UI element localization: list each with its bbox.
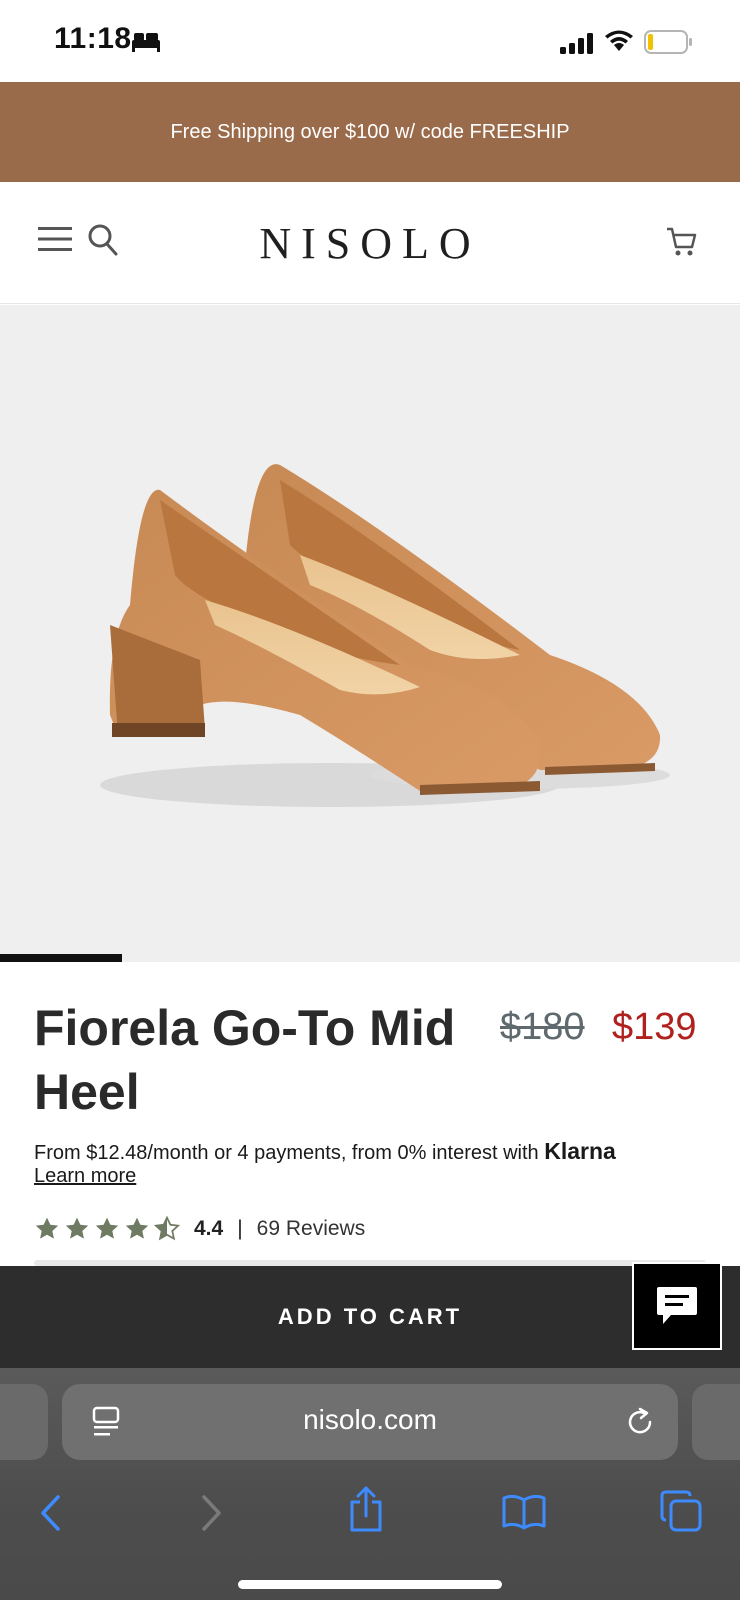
wifi-icon	[605, 30, 633, 51]
carousel-progress	[0, 954, 740, 962]
star-icon	[125, 1217, 149, 1239]
previous-tab-preview[interactable]	[0, 1384, 48, 1460]
rating-value: 4.4	[194, 1217, 224, 1240]
brand-logo[interactable]: NISOLO	[0, 218, 740, 269]
add-to-cart-label: ADD TO CART	[277, 1304, 463, 1329]
product-image[interactable]	[0, 305, 740, 962]
add-to-cart-button[interactable]: ADD TO CART	[0, 1266, 740, 1368]
status-bar: 11:18	[0, 0, 740, 82]
forward-icon[interactable]	[198, 1494, 224, 1532]
learn-more-link[interactable]: Learn more	[34, 1165, 136, 1188]
bookmarks-icon[interactable]	[502, 1494, 546, 1530]
site-header: NISOLO	[0, 182, 740, 304]
rating-summary[interactable]: 4.4 | 69 Reviews	[34, 1216, 365, 1242]
home-indicator	[238, 1580, 502, 1589]
cart-icon[interactable]	[666, 226, 698, 258]
reload-icon[interactable]	[624, 1406, 656, 1438]
financing-text: From $12.48/month or 4 payments, from 0%…	[34, 1142, 545, 1164]
shoe-illustration	[100, 464, 670, 807]
battery-icon	[644, 30, 692, 54]
tabs-icon[interactable]	[660, 1490, 702, 1532]
promo-banner[interactable]: Free Shipping over $100 w/ code FREESHIP	[0, 82, 740, 182]
sleep-focus-icon	[132, 33, 160, 52]
next-tab-preview[interactable]	[692, 1384, 740, 1460]
back-icon[interactable]	[38, 1494, 64, 1532]
status-time: 11:18	[54, 22, 132, 55]
half-star-icon	[154, 1216, 180, 1241]
promo-text: Free Shipping over $100 w/ code FREESHIP	[170, 120, 570, 143]
browser-toolbar: nisolo.com	[0, 1368, 740, 1600]
url-text: nisolo.com	[303, 1404, 437, 1435]
star-icon	[95, 1217, 119, 1239]
reviews-link[interactable]: 69 Reviews	[257, 1217, 366, 1241]
product-title: Fiorela Go-To Mid Heel	[34, 1000, 456, 1120]
address-bar[interactable]: nisolo.com	[62, 1384, 678, 1460]
original-price: $180	[500, 1006, 585, 1048]
chat-button[interactable]	[632, 1262, 722, 1350]
star-icon	[35, 1217, 59, 1239]
sale-price: $139	[612, 1006, 697, 1048]
chat-icon	[657, 1287, 697, 1324]
cellular-signal-icon	[560, 33, 593, 54]
klarna-logo: Klarna	[544, 1138, 616, 1164]
rating-separator: |	[237, 1217, 243, 1240]
carousel-progress-fill	[0, 954, 123, 962]
financing-info: From $12.48/month or 4 payments, from 0%…	[34, 1138, 616, 1165]
star-rating	[34, 1216, 180, 1242]
browser-nav-row	[0, 1478, 740, 1558]
star-icon	[65, 1217, 89, 1239]
share-icon[interactable]	[348, 1486, 384, 1534]
